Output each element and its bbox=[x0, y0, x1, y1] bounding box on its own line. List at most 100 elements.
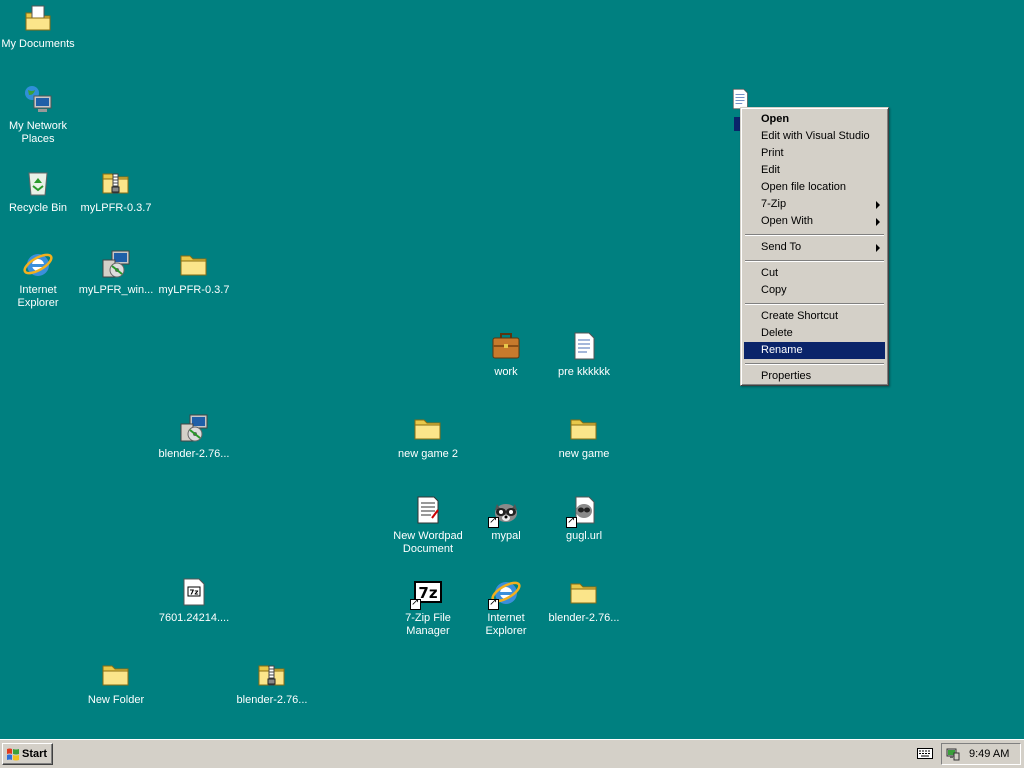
shortcut-arrow-icon bbox=[410, 597, 421, 610]
menu-item-edit[interactable]: Edit bbox=[744, 162, 885, 179]
installer-icon bbox=[100, 248, 132, 280]
internet-explorer-icon bbox=[488, 576, 522, 610]
taskbar[interactable]: Start 9:49 AM bbox=[0, 739, 1024, 768]
submenu-arrow-icon bbox=[876, 244, 880, 252]
desktop-icon-pre-kkkkkk[interactable]: pre kkkkkk bbox=[544, 330, 624, 379]
desktop-icon-internet-explorer[interactable]: Internet Explorer bbox=[0, 248, 78, 310]
submenu-arrow-icon bbox=[876, 201, 880, 209]
7z-archive-icon bbox=[178, 576, 210, 608]
folder-icon bbox=[100, 658, 132, 690]
shortcut-arrow-icon bbox=[488, 515, 499, 528]
desktop-icon-new-game[interactable]: new game bbox=[544, 412, 624, 461]
desktop-icon-mypal[interactable]: mypal bbox=[466, 494, 546, 543]
text-document-icon bbox=[568, 330, 600, 362]
folder-icon bbox=[178, 248, 210, 280]
shortcut-arrow-icon bbox=[488, 597, 499, 610]
desktop-icon-mylpfr-folder[interactable]: myLPFR-0.3.7 bbox=[154, 248, 234, 297]
desktop-icon-mylpfr-win[interactable]: myLPFR_win... bbox=[76, 248, 156, 297]
desktop-icon-label: New Wordpad Document bbox=[393, 530, 463, 555]
desktop-icon-label: myLPFR_win... bbox=[78, 284, 154, 296]
start-label: Start bbox=[22, 748, 48, 760]
menu-item-edit-with-visual-studio[interactable]: Edit with Visual Studio bbox=[744, 128, 885, 145]
desktop-icon-label: Recycle Bin bbox=[8, 202, 68, 214]
desktop-icon-label: My Network Places bbox=[8, 120, 68, 145]
keyboard-icon[interactable] bbox=[917, 747, 933, 759]
desktop-icon-internet-explorer-shortcut[interactable]: Internet Explorer bbox=[466, 576, 546, 638]
menu-item-label: Open With bbox=[761, 215, 813, 227]
desktop-icon-my-documents[interactable]: My Documents bbox=[0, 2, 78, 51]
network-places-icon bbox=[22, 84, 54, 116]
7zip-icon bbox=[410, 576, 444, 610]
folder-icon bbox=[568, 576, 600, 608]
desktop-icon-mylpfr-zip[interactable]: myLPFR-0.3.7 bbox=[76, 166, 156, 215]
desktop-icon-label: new game 2 bbox=[398, 448, 458, 460]
desktop-icon-new-game-2[interactable]: new game 2 bbox=[388, 412, 468, 461]
desktop-icon-label: My Documents bbox=[1, 38, 75, 50]
desktop-icon-7zip-file-manager[interactable]: 7-Zip File Manager bbox=[388, 576, 468, 638]
desktop-icon-label: Internet Explorer bbox=[485, 612, 527, 637]
menu-item-properties[interactable]: Properties bbox=[744, 368, 885, 385]
start-button[interactable]: Start bbox=[2, 743, 53, 765]
desktop-icon-new-folder[interactable]: New Folder bbox=[76, 658, 156, 707]
menu-separator bbox=[744, 230, 885, 239]
menu-item-delete[interactable]: Delete bbox=[744, 325, 885, 342]
folder-icon bbox=[412, 412, 444, 444]
menu-item-7zip[interactable]: 7-Zip bbox=[744, 196, 885, 213]
desktop-icon-label: blender-2.76... bbox=[236, 694, 308, 706]
desktop-icon-label: mypal bbox=[491, 530, 521, 542]
installer-icon bbox=[178, 412, 210, 444]
menu-item-rename[interactable]: Rename bbox=[744, 342, 885, 359]
desktop-icon-label: blender-2.76... bbox=[158, 448, 230, 460]
menu-item-print[interactable]: Print bbox=[744, 145, 885, 162]
desktop-icon-gugl-url[interactable]: gugl.url bbox=[544, 494, 624, 543]
internet-explorer-icon bbox=[22, 248, 54, 280]
windows-logo-icon bbox=[7, 748, 19, 761]
desktop-icon-work[interactable]: work bbox=[466, 330, 546, 379]
zip-folder-icon bbox=[256, 658, 288, 690]
desktop-icon-my-network-places[interactable]: My Network Places bbox=[0, 84, 78, 146]
briefcase-icon bbox=[490, 330, 522, 362]
desktop-icon-label: myLPFR-0.3.7 bbox=[158, 284, 230, 296]
wordpad-document-icon bbox=[412, 494, 444, 526]
network-status-icon[interactable] bbox=[946, 747, 960, 761]
desktop-icon-label: 7601.24214.... bbox=[158, 612, 230, 624]
desktop-icon-label: 7-Zip File Manager bbox=[405, 612, 451, 637]
desktop-icon-new-wordpad-document[interactable]: New Wordpad Document bbox=[388, 494, 468, 556]
desktop-icon-label: work bbox=[494, 366, 518, 378]
menu-item-open-file-location[interactable]: Open file location bbox=[744, 179, 885, 196]
desktop-icon-label: new game bbox=[558, 448, 610, 460]
system-tray: 9:49 AM bbox=[941, 743, 1021, 765]
menu-separator bbox=[744, 359, 885, 368]
menu-separator bbox=[744, 299, 885, 308]
clock[interactable]: 9:49 AM bbox=[969, 744, 1009, 764]
desktop-icon-label: gugl.url bbox=[565, 530, 603, 542]
desktop-icon-blender-installer[interactable]: blender-2.76... bbox=[154, 412, 234, 461]
mypal-icon bbox=[488, 494, 522, 528]
desktop-icon-label: New Folder bbox=[87, 694, 145, 706]
context-menu[interactable]: Open Edit with Visual Studio Print Edit … bbox=[740, 107, 889, 386]
desktop-icon-label: myLPFR-0.3.7 bbox=[80, 202, 152, 214]
my-documents-icon bbox=[22, 2, 54, 34]
recycle-bin-icon bbox=[22, 166, 54, 198]
submenu-arrow-icon bbox=[876, 218, 880, 226]
folder-icon bbox=[568, 412, 600, 444]
desktop-icon-label: Internet Explorer bbox=[17, 284, 59, 309]
menu-item-open-with[interactable]: Open With bbox=[744, 213, 885, 230]
desktop-icon-label: pre kkkkkk bbox=[558, 366, 610, 378]
menu-separator bbox=[744, 256, 885, 265]
menu-item-copy[interactable]: Copy bbox=[744, 282, 885, 299]
zip-folder-icon bbox=[100, 166, 132, 198]
desktop-icon-label: blender-2.76... bbox=[548, 612, 620, 624]
desktop-icon-7601-archive[interactable]: 7601.24214.... bbox=[154, 576, 234, 625]
menu-item-create-shortcut[interactable]: Create Shortcut bbox=[744, 308, 885, 325]
menu-item-cut[interactable]: Cut bbox=[744, 265, 885, 282]
menu-item-label: 7-Zip bbox=[761, 198, 787, 210]
menu-item-open[interactable]: Open bbox=[744, 111, 885, 128]
shortcut-arrow-icon bbox=[566, 515, 577, 528]
menu-item-label: Send To bbox=[761, 241, 802, 253]
url-shortcut-icon bbox=[566, 494, 600, 528]
desktop-icon-recycle-bin[interactable]: Recycle Bin bbox=[0, 166, 78, 215]
menu-item-send-to[interactable]: Send To bbox=[744, 239, 885, 256]
desktop-icon-blender-folder[interactable]: blender-2.76... bbox=[544, 576, 624, 625]
desktop-icon-blender-zip[interactable]: blender-2.76... bbox=[232, 658, 312, 707]
